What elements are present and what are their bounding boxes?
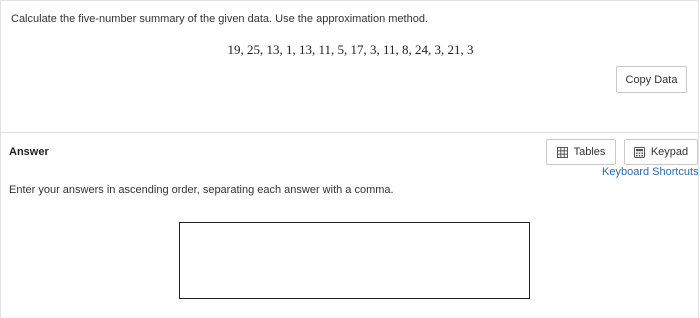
- tables-label: Tables: [573, 146, 606, 158]
- keyboard-shortcuts-link[interactable]: Keyboard Shortcuts: [602, 166, 699, 178]
- copy-data-label: Copy Data: [625, 73, 678, 86]
- keypad-label: Keypad: [650, 146, 689, 158]
- calculator-icon: [633, 146, 645, 158]
- tables-button[interactable]: Tables: [546, 139, 616, 165]
- data-values: 19, 25, 13, 1, 13, 11, 5, 17, 3, 11, 8, …: [227, 42, 474, 57]
- question-prompt: Calculate the five-number summary of the…: [11, 13, 428, 25]
- question-panel: Calculate the five-number summary of the…: [0, 0, 699, 133]
- copy-data-button[interactable]: Copy Data: [616, 66, 687, 93]
- answer-heading: Answer: [9, 146, 49, 158]
- table-grid-icon: [556, 146, 568, 158]
- answer-instructions: Enter your answers in ascending order, s…: [9, 184, 394, 196]
- keypad-button[interactable]: Keypad: [624, 139, 698, 165]
- answer-input[interactable]: [179, 222, 530, 299]
